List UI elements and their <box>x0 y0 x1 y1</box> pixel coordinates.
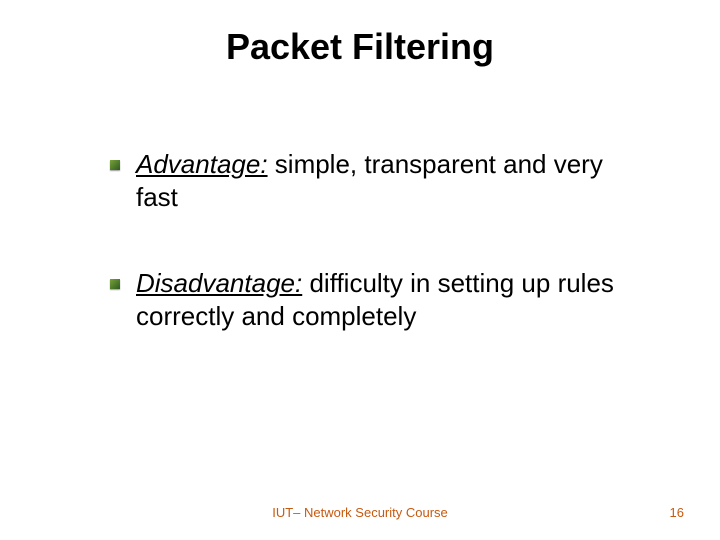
slide: Packet Filtering Advantage: simple, tran… <box>0 0 720 540</box>
bullet-lead: Disadvantage: <box>136 268 302 298</box>
bullet-text: Disadvantage: difficulty in setting up r… <box>136 267 630 332</box>
list-item: Disadvantage: difficulty in setting up r… <box>110 267 630 332</box>
list-item: Advantage: simple, transparent and very … <box>110 148 630 213</box>
bullet-icon <box>110 160 120 170</box>
footer-text: IUT– Network Security Course <box>0 505 720 520</box>
slide-body: Advantage: simple, transparent and very … <box>110 148 630 386</box>
slide-title: Packet Filtering <box>0 26 720 68</box>
bullet-text: Advantage: simple, transparent and very … <box>136 148 630 213</box>
bullet-lead: Advantage: <box>136 149 268 179</box>
page-number: 16 <box>670 505 684 520</box>
bullet-icon <box>110 279 120 289</box>
